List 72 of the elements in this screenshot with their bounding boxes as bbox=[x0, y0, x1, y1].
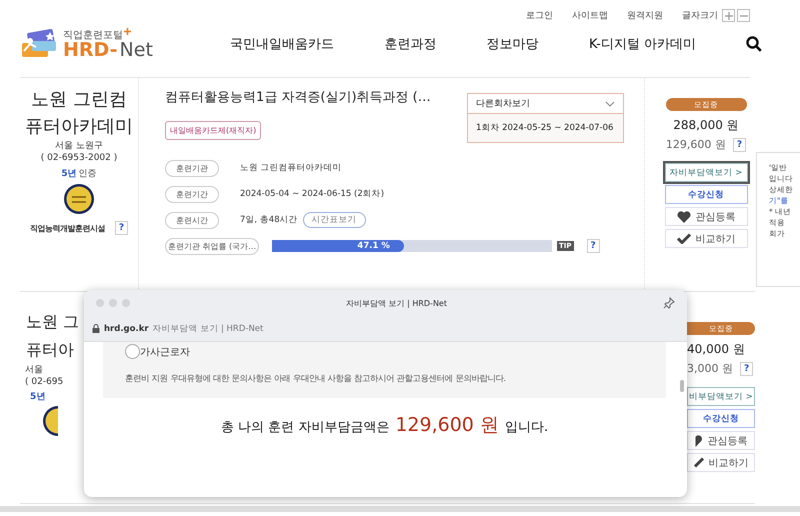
heart-icon bbox=[676, 210, 690, 222]
radio-option[interactable]: 가사근로자 bbox=[125, 344, 666, 359]
timetable-button[interactable]: 시간표보기 bbox=[302, 212, 366, 228]
info-label: 훈련시간 bbox=[165, 212, 219, 228]
top-link[interactable]: 글자크기 bbox=[682, 9, 718, 22]
nav-item[interactable]: 정보마당 bbox=[486, 35, 539, 53]
action-button[interactable]: 비교하기 bbox=[664, 229, 748, 248]
action-button[interactable]: 비부담액보기 > bbox=[687, 387, 755, 406]
top-link[interactable]: 로그인 bbox=[526, 9, 553, 22]
info-value: 노원 그린컴퓨터아카데미 bbox=[240, 162, 342, 174]
help-button[interactable]: ? bbox=[586, 239, 600, 253]
institution-phone: ( 02-6953-2002 ) bbox=[40, 152, 118, 164]
help-button[interactable]: ? bbox=[732, 138, 746, 152]
employment-rate-value: 47.1 % bbox=[357, 240, 390, 252]
certification-years: 5년 bbox=[61, 169, 77, 179]
lock-icon bbox=[92, 324, 100, 333]
total-label: 총 나의 훈련 자비부담금액은 bbox=[220, 419, 390, 436]
dropdown-label: 다른회차보기 bbox=[476, 98, 530, 110]
institution-region: 서울 bbox=[25, 364, 43, 376]
action-button[interactable]: 비교하기 bbox=[687, 453, 755, 472]
notice-text: 훈련비 지원 우대유형에 대한 문의사항은 아래 우대안내 사항을 참고하시어 관할고용센터에 문의바랍니다. bbox=[125, 373, 508, 384]
window-title: 자비부담액 보기 | HRD-Net bbox=[345, 298, 448, 308]
nav-item[interactable]: 훈련과정 bbox=[384, 35, 436, 53]
employment-rate-label: 훈련기관 취업률 (국가… bbox=[165, 238, 259, 254]
facility-label: 직업능력개발훈련시설 bbox=[30, 222, 105, 234]
total-amount: 129,600 원 bbox=[395, 413, 499, 438]
info-label: 훈련기관 bbox=[165, 160, 219, 176]
action-button[interactable]: 자비부담액보기 > bbox=[664, 163, 748, 182]
info-value: 7일, 총48시간 bbox=[240, 214, 298, 226]
radio-button[interactable] bbox=[125, 344, 140, 359]
certification-years: 5년 bbox=[30, 391, 46, 403]
self-pay-price: 3,000 원 bbox=[687, 361, 733, 376]
total-suffix: 입니다. bbox=[504, 419, 548, 436]
pin-icon[interactable] bbox=[663, 297, 675, 309]
award-emblem-icon bbox=[63, 183, 95, 215]
nav-item[interactable]: K-디지털 아카데미 bbox=[588, 35, 696, 53]
institution-name[interactable]: 노원 그린컴퓨터아카데미 bbox=[23, 86, 135, 140]
action-button[interactable]: 관심등록 bbox=[664, 207, 748, 226]
action-button[interactable]: 수강신청 bbox=[664, 185, 748, 204]
caret-icon bbox=[605, 100, 615, 106]
help-button[interactable]: ? bbox=[740, 362, 754, 376]
address-domain: hrd.go.kr bbox=[104, 324, 149, 334]
course-price: 288,000 원 bbox=[673, 117, 739, 134]
zoom-out-icon[interactable] bbox=[737, 9, 750, 22]
info-label: 훈련기간 bbox=[165, 186, 219, 202]
course-tag: 내일배움카드제(재직자) bbox=[165, 121, 262, 140]
top-link[interactable]: 원격지원 bbox=[627, 9, 663, 22]
action-button[interactable]: 관심등록 bbox=[687, 431, 755, 450]
logo-tagline: 직업훈련포털 bbox=[63, 29, 123, 42]
self-pay-price: 129,600 원 bbox=[666, 137, 726, 152]
page-title: 자비부담액 보기 | HRD-Net bbox=[152, 322, 264, 334]
plus-icon bbox=[124, 28, 131, 35]
heart-icon bbox=[694, 434, 702, 446]
search-icon[interactable] bbox=[746, 36, 762, 52]
scrollbar-thumb[interactable] bbox=[680, 380, 684, 392]
action-button[interactable]: 수강신청 bbox=[687, 409, 755, 428]
logo-brand-suffix[interactable]: Net bbox=[120, 39, 153, 61]
help-button[interactable]: ? bbox=[114, 221, 128, 235]
zoom-in-icon[interactable] bbox=[722, 9, 735, 22]
top-link[interactable]: 사이트맵 bbox=[572, 9, 608, 22]
institution-name[interactable]: 퓨터아 bbox=[26, 336, 74, 364]
course-price: 40,000 원 bbox=[687, 341, 745, 358]
info-value: 2024-05-04 ~ 2024-06-15 (2회차) bbox=[240, 188, 384, 200]
dropdown-option[interactable]: 1회차 2024-05-25 ~ 2024-07-06 bbox=[468, 114, 623, 142]
nav-item[interactable]: 국민내일배움카드 bbox=[230, 35, 334, 53]
institution-name[interactable]: 노원 그 bbox=[26, 308, 80, 336]
course-title[interactable]: 컴퓨터활용능력1급 자격증(실기)취득과정 (… bbox=[165, 88, 431, 106]
institution-region: 서울 노원구 bbox=[55, 140, 103, 152]
session-dropdown[interactable]: 다른회차보기 1회차 2024-05-25 ~ 2024-07-06 bbox=[467, 93, 624, 143]
certification-label: 인증 bbox=[78, 169, 97, 179]
institution-phone: ( 02-695 bbox=[25, 376, 64, 388]
radio-label: 가사근로자 bbox=[140, 346, 190, 358]
